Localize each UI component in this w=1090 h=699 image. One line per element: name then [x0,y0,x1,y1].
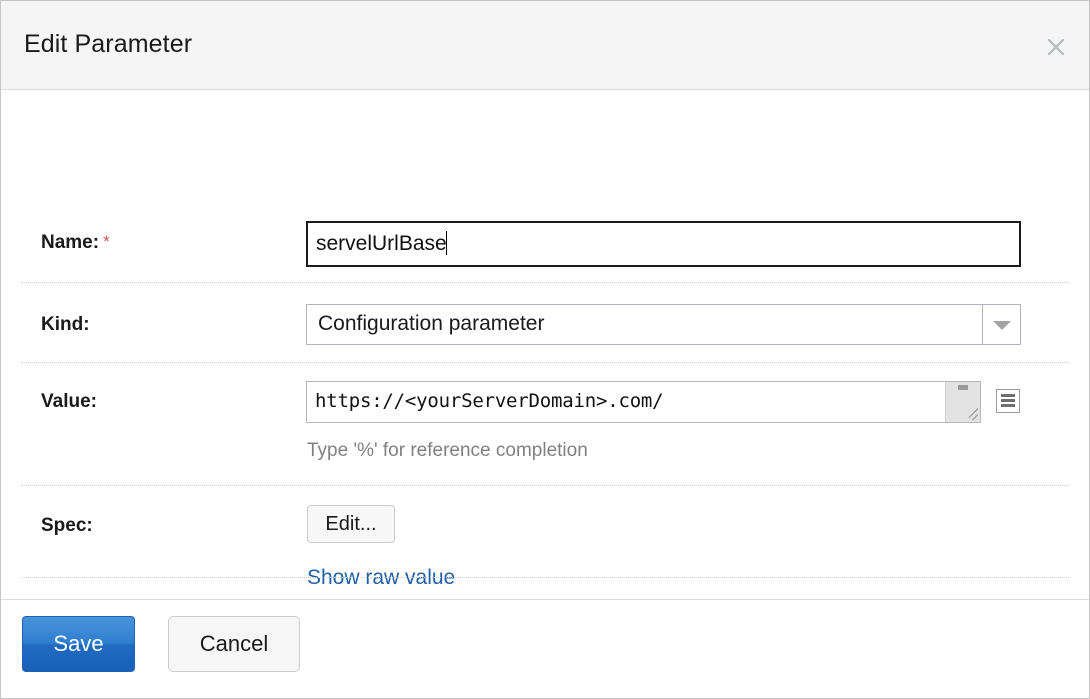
dialog-header: Edit Parameter [1,1,1089,90]
kind-select[interactable]: Configuration parameter [306,304,1021,345]
close-icon[interactable] [1043,34,1069,60]
dialog-body: Name:* Kind: Configuration parameter Val… [1,90,1089,599]
dialog-title: Edit Parameter [24,30,192,59]
separator-value [21,485,1069,486]
save-button[interactable]: Save [22,616,135,672]
spec-edit-button[interactable]: Edit... [307,505,395,543]
value-hint: Type '%' for reference completion [307,440,588,462]
separator-spec [21,577,1069,578]
kind-label: Kind: [41,314,90,336]
separator-name [21,282,1069,283]
value-scrollbar-thumb[interactable] [958,385,968,390]
separator-kind [21,362,1069,363]
cancel-button[interactable]: Cancel [168,616,300,672]
resize-grip-icon[interactable] [956,398,978,420]
spec-label: Spec: [41,515,93,537]
name-label: Name:* [41,232,110,254]
value-textarea[interactable]: https://<yourServerDomain>.com/ [306,381,981,423]
dialog-footer: Save Cancel [1,599,1089,697]
value-label: Value: [41,391,97,413]
name-label-text: Name: [41,232,99,253]
edit-parameter-dialog: Edit Parameter Name:* Kind: Configuratio… [0,0,1090,699]
chevron-down-icon[interactable] [982,304,1021,345]
required-asterisk: * [103,232,110,251]
show-raw-value-link[interactable]: Show raw value [307,566,455,590]
kind-selected-value: Configuration parameter [318,312,544,336]
value-textarea-text: https://<yourServerDomain>.com/ [315,390,663,412]
name-input[interactable] [306,221,1021,267]
lines-icon[interactable] [996,389,1020,413]
